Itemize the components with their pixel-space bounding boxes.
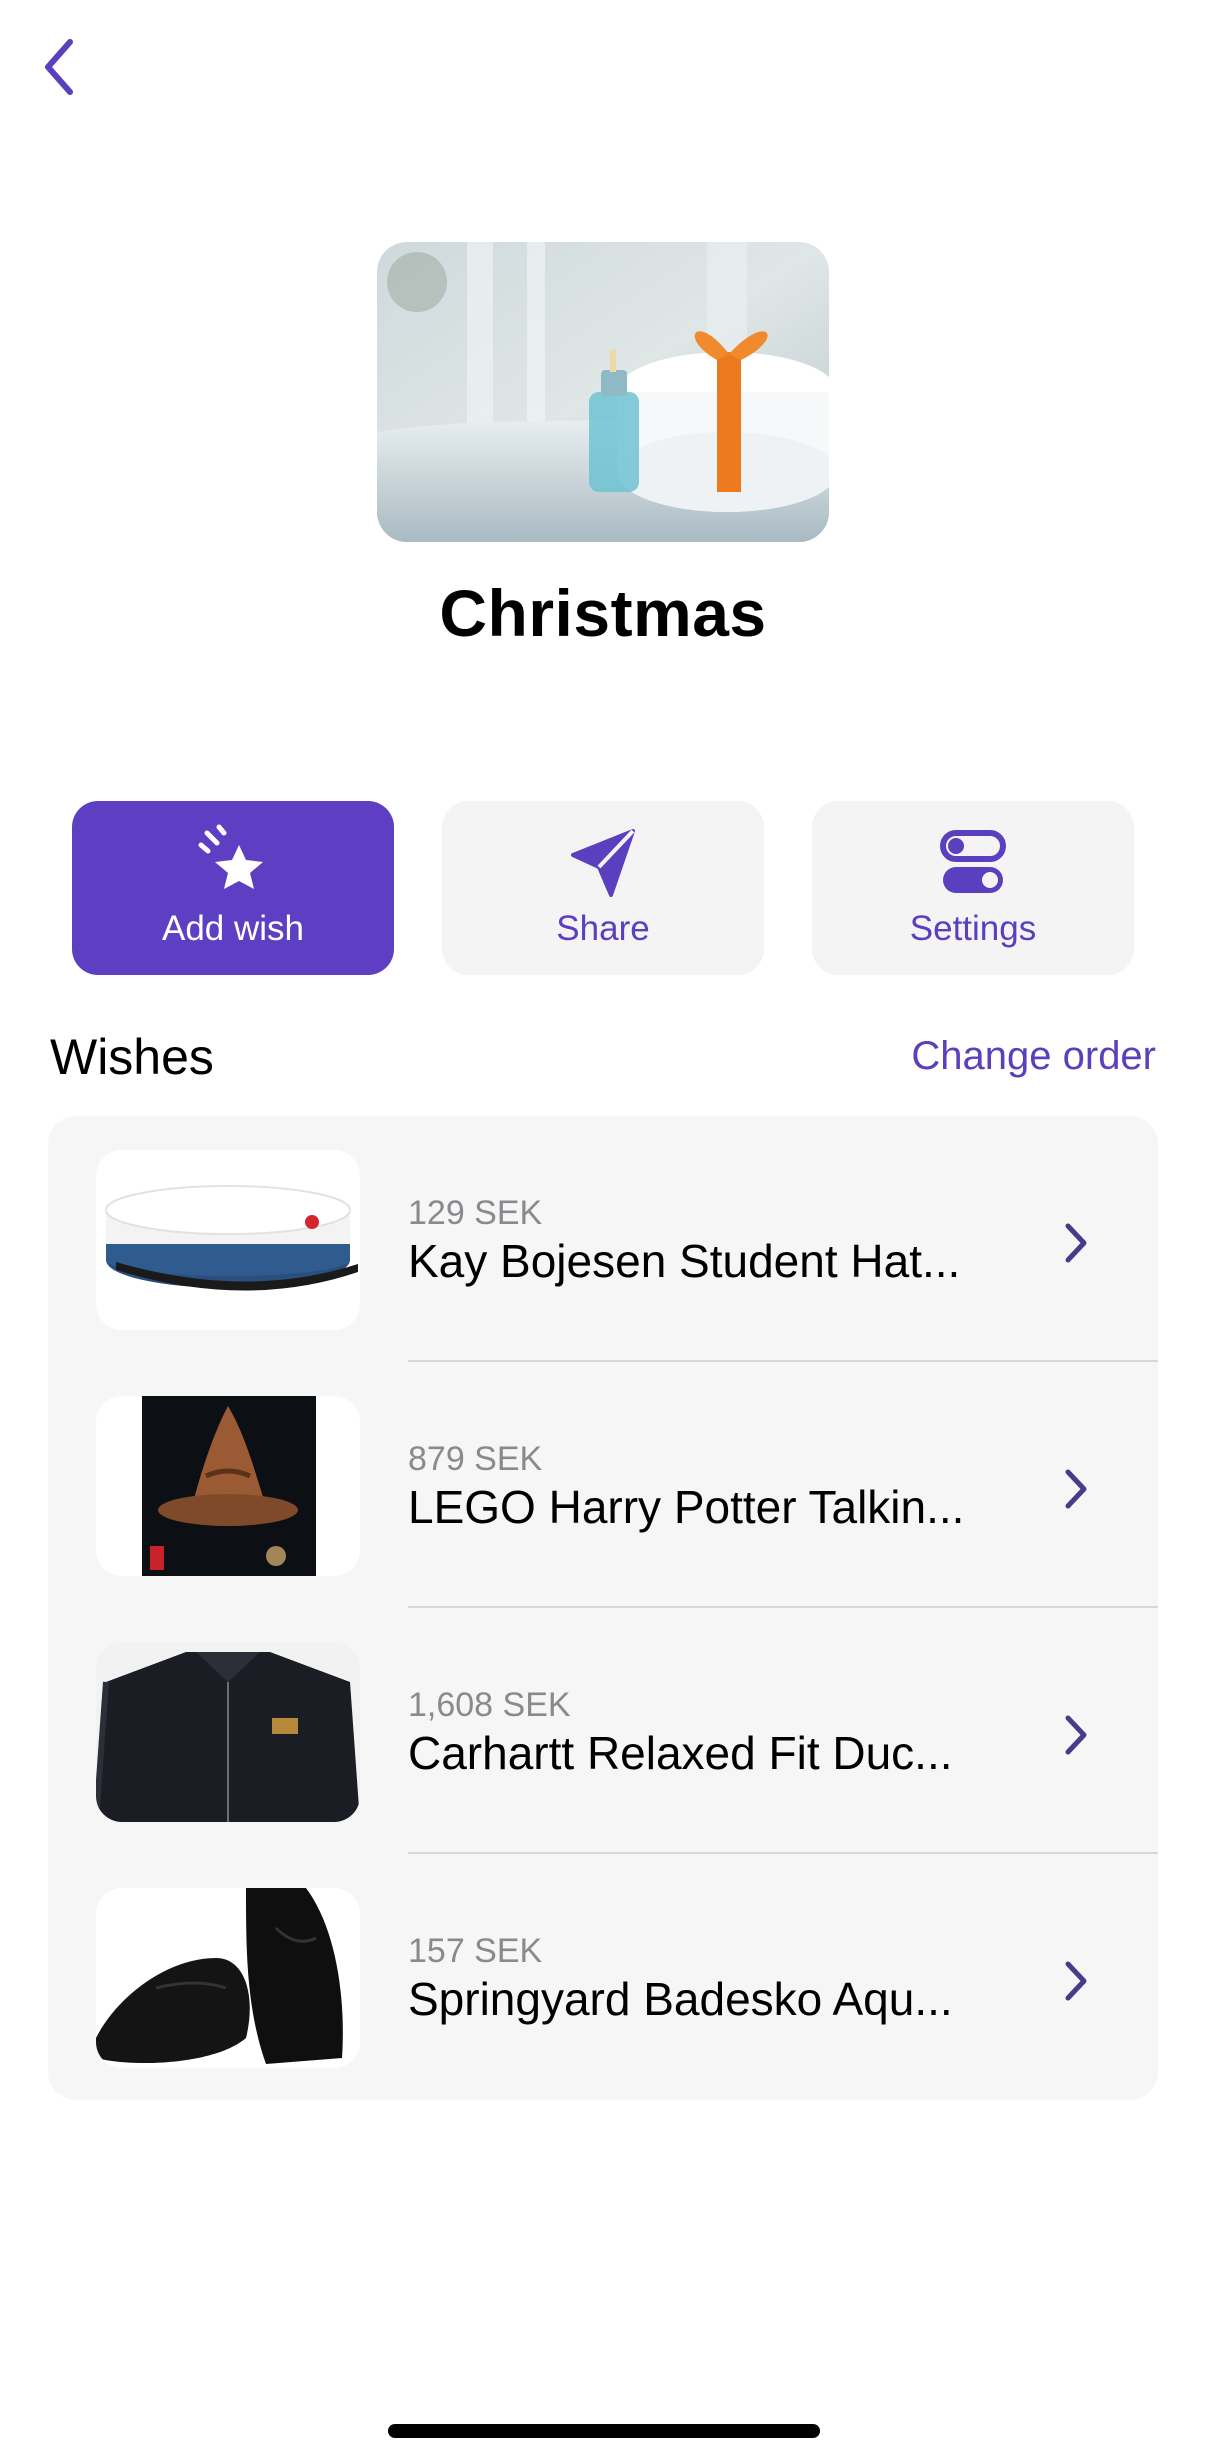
chevron-right-icon [1065,1715,1087,1755]
share-label: Share [556,909,650,948]
share-button[interactable]: Share [442,801,764,975]
list-title: Christmas [439,576,767,650]
wish-thumbnail [96,1642,360,1822]
chevron-right-icon [1065,1223,1087,1263]
chevron-left-icon [45,39,73,95]
wish-name: Carhartt Relaxed Fit Duc... [408,1727,953,1779]
wishes-list: 129 SEK Kay Bojesen Student Hat... 879 S… [48,1116,1158,2100]
settings-label: Settings [909,909,1037,948]
wish-name: LEGO Harry Potter Talkin... [408,1481,965,1533]
back-button[interactable] [36,32,92,102]
wish-row[interactable]: 1,608 SEK Carhartt Relaxed Fit Duc... [48,1608,1158,1854]
wish-price: 1,608 SEK [408,1686,571,1724]
wish-row[interactable]: 157 SEK Springyard Badesko Aqu... [48,1854,1158,2100]
wish-price: 129 SEK [408,1194,543,1232]
wish-thumbnail [96,1396,360,1576]
wishes-heading: Wishes [50,1029,214,1085]
add-wish-button[interactable]: Add wish [72,801,394,975]
change-order-button[interactable]: Change order [911,1034,1156,1079]
wish-price: 157 SEK [408,1932,543,1970]
wish-thumbnail [96,1150,360,1330]
list-cover-image [377,242,829,542]
wish-price: 879 SEK [408,1440,543,1478]
chevron-right-icon [1065,1961,1087,2001]
paper-plane-icon [571,829,635,897]
add-wish-label: Add wish [161,909,305,948]
chevron-right-icon [1065,1469,1087,1509]
wish-row[interactable]: 879 SEK LEGO Harry Potter Talkin... [48,1362,1158,1608]
settings-button[interactable]: Settings [812,801,1134,975]
toggles-icon [940,830,1006,893]
wish-name: Springyard Badesko Aqu... [408,1973,953,2025]
wish-name: Kay Bojesen Student Hat... [408,1235,961,1287]
home-indicator [388,2424,820,2438]
wish-row[interactable]: 129 SEK Kay Bojesen Student Hat... [48,1116,1158,1362]
sparkle-star-icon [198,824,263,889]
wish-thumbnail [96,1888,360,2068]
